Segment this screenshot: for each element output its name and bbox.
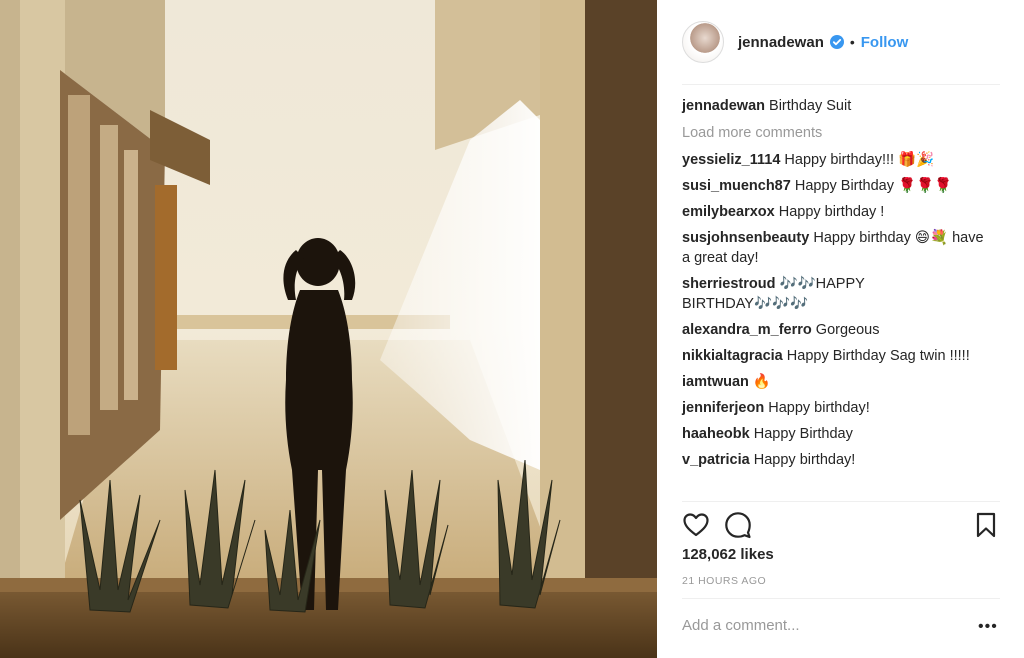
comment-text: Happy Birthday 🌹🌹🌹 [794,178,953,194]
post-timestamp: 21 HOURS AGO [682,575,767,587]
comment-username[interactable]: v_patricia [682,452,750,468]
post-sidebar: jennadewan • Follow jennadewan Birthday … [657,0,1024,658]
comment-username[interactable]: haaheobk [682,426,750,442]
comment-username[interactable]: emilybearxox [682,204,775,220]
comment-item: susi_muench87 Happy Birthday 🌹🌹🌹 [682,176,992,196]
verified-badge-icon [829,35,844,49]
comments-divider [682,501,1000,502]
comment-text: Happy birthday!!! 🎁🎉 [784,152,935,168]
comment-text: Happy birthday! [753,452,856,468]
comment-username[interactable]: jenniferjeon [682,400,764,416]
caption: jennadewan Birthday Suit [682,96,992,116]
comment-item: nikkialtagracia Happy Birthday Sag twin … [682,346,992,366]
bookmark-icon[interactable] [972,511,1000,539]
comment-item: haaheobk Happy Birthday [682,424,992,444]
comment-username[interactable]: sherriestroud [682,276,775,292]
comment-text: 🔥 [752,374,771,390]
comment-item: jenniferjeon Happy birthday! [682,398,992,418]
comment-text: Happy Birthday [753,426,853,442]
comment-username[interactable]: nikkialtagracia [682,348,783,364]
comment-username[interactable]: yessieliz_1114 [682,152,780,168]
action-bar [682,511,1000,539]
header-separator: • [849,34,855,50]
caption-username[interactable]: jennadewan [682,98,765,114]
comment-item: iamtwuan 🔥 [682,372,992,392]
comment-text: Happy birthday! [768,400,870,416]
follow-button[interactable]: Follow [861,34,909,51]
header-divider [682,84,1000,85]
comment-text: Happy Birthday Sag twin !!!!! [786,348,970,364]
footer-divider [682,598,1000,599]
comments-list: jennadewan Birthday Suit Load more comme… [682,96,992,476]
comment-item: v_patricia Happy birthday! [682,450,992,470]
load-more-comments-button[interactable]: Load more comments [682,123,992,143]
add-comment-input[interactable] [682,617,972,634]
caption-text: Birthday Suit [769,98,852,114]
heart-icon[interactable] [682,511,710,539]
post-photo[interactable] [0,0,657,658]
post-header: jennadewan • Follow [682,21,1000,63]
comment-username[interactable]: susi_muench87 [682,178,791,194]
comment-username[interactable]: alexandra_m_ferro [682,322,812,338]
comment-item: alexandra_m_ferro Gorgeous [682,320,992,340]
comment-username[interactable]: susjohnsenbeauty [682,230,809,246]
likes-count[interactable]: 128,062 likes [682,546,774,563]
photo-scene [0,0,657,658]
comment-bubble-icon[interactable] [724,511,752,539]
comment-item: yessieliz_1114 Happy birthday!!! 🎁🎉 [682,150,992,170]
comment-username[interactable]: iamtwuan [682,374,749,390]
comment-item: sherriestroud 🎶🎶HAPPY BIRTHDAY🎶🎶🎶 [682,274,992,314]
comment-text: Happy birthday ! [778,204,885,220]
comment-item: emilybearxox Happy birthday ! [682,202,992,222]
header-username[interactable]: jennadewan [738,34,824,51]
more-options-button[interactable]: ••• [978,619,998,635]
comment-item: susjohnsenbeauty Happy birthday 😄💐 have … [682,228,992,268]
avatar[interactable] [682,21,724,63]
comment-text: Gorgeous [815,322,880,338]
